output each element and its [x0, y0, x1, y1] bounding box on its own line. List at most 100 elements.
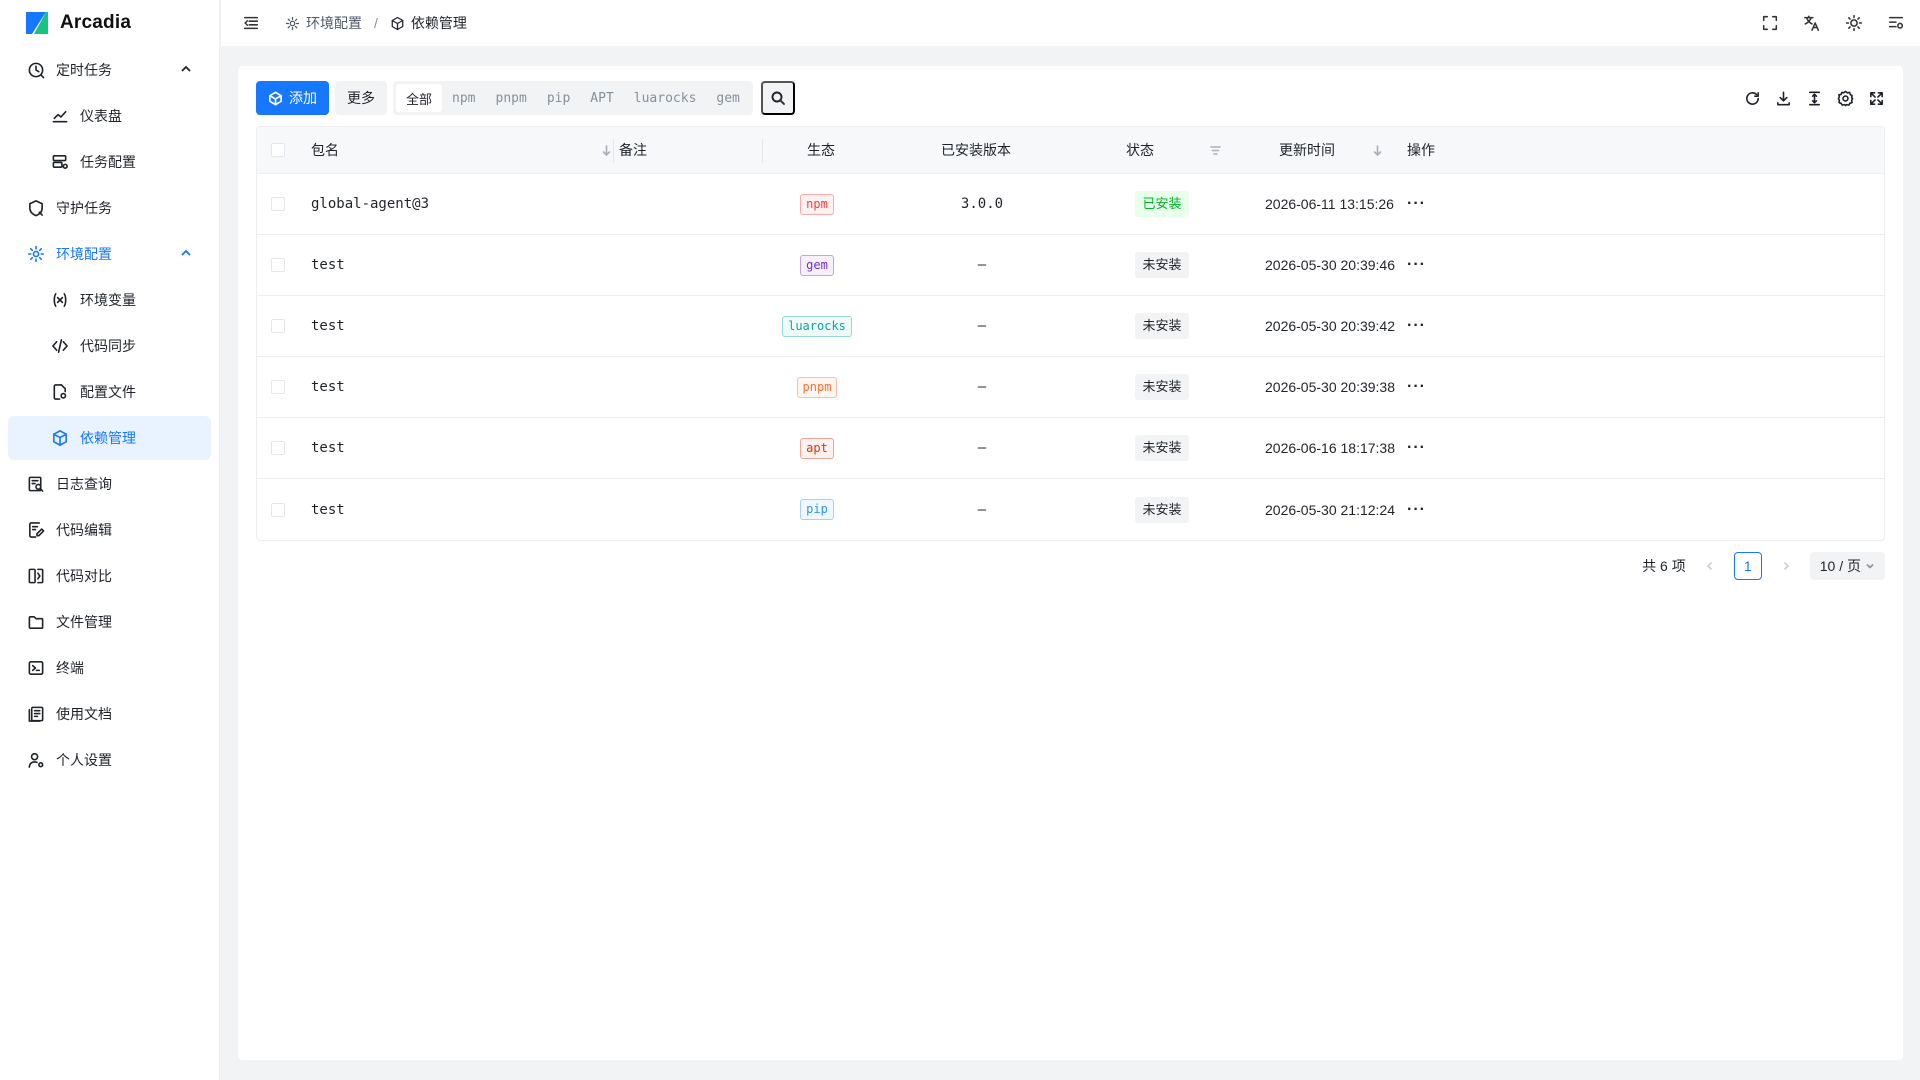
search-icon [771, 91, 785, 105]
sidebar-item-5[interactable]: 环境变量 [8, 278, 211, 322]
more-actions-icon[interactable]: ··· [1407, 317, 1426, 335]
package-icon [50, 428, 70, 448]
app-logo[interactable]: Arcadia [0, 0, 219, 46]
more-actions-icon[interactable]: ··· [1407, 501, 1426, 519]
row-actions[interactable]: ··· [1407, 357, 1426, 417]
filter-tab-6[interactable]: gem [706, 84, 749, 112]
row-actions[interactable]: ··· [1407, 235, 1426, 295]
more-actions-icon[interactable]: ··· [1407, 195, 1426, 213]
row-actions[interactable]: ··· [1407, 174, 1426, 234]
row-actions[interactable]: ··· [1407, 418, 1426, 478]
col-header-remark: 备注 [619, 142, 647, 158]
translate-icon[interactable] [1802, 13, 1822, 33]
row-checkbox[interactable] [271, 441, 285, 455]
refresh-icon[interactable] [1744, 90, 1761, 107]
layout-settings-icon[interactable] [1886, 13, 1906, 33]
page-1-button[interactable]: 1 [1733, 552, 1762, 580]
table-row[interactable]: global-agent@3 npm 3.0.0 已安装 2026-06-11 13:1… [257, 174, 1884, 235]
installed-version: – [977, 440, 987, 456]
add-button-label: 添加 [289, 90, 317, 106]
sort-down-icon[interactable] [1371, 127, 1384, 173]
sidebar-item-6[interactable]: 代码同步 [8, 324, 211, 368]
more-button[interactable]: 更多 [335, 81, 387, 115]
sidebar-item-13[interactable]: 终端 [8, 646, 211, 690]
sidebar-item-8[interactable]: 依赖管理 [8, 416, 211, 460]
sidebar-item-0[interactable]: 定时任务 [8, 48, 211, 92]
code-edit-icon [26, 520, 46, 540]
sidebar-item-9[interactable]: 日志查询 [8, 462, 211, 506]
sidebar-item-10[interactable]: 代码编辑 [8, 508, 211, 552]
more-actions-icon[interactable]: ··· [1407, 378, 1426, 396]
column-divider [613, 139, 614, 163]
filter-tab-2[interactable]: pnpm [486, 84, 537, 112]
row-select-cell [271, 357, 285, 417]
filter-tab-4[interactable]: APT [580, 84, 623, 112]
row-select-cell [271, 174, 285, 234]
filter-tab-5[interactable]: luarocks [624, 84, 707, 112]
filter-tab-3[interactable]: pip [537, 84, 580, 112]
sidebar-item-15[interactable]: 个人设置 [8, 738, 211, 782]
row-checkbox[interactable] [271, 502, 285, 517]
row-checkbox[interactable] [271, 319, 285, 333]
pagination-total: 共 6 项 [1642, 558, 1686, 574]
expand-icon[interactable] [1868, 90, 1885, 107]
row-checkbox[interactable] [271, 258, 285, 272]
ecosystem-tag: apt [800, 437, 834, 459]
sidebar-item-label: 环境变量 [80, 292, 136, 308]
select-all-checkbox[interactable] [271, 143, 285, 157]
add-button[interactable]: 添加 [256, 81, 329, 115]
package-name: test [311, 257, 345, 273]
terminal-icon [26, 658, 46, 678]
row-actions[interactable]: ··· [1407, 296, 1426, 356]
sidebar-item-label: 代码编辑 [56, 522, 112, 538]
package-add-icon [269, 91, 282, 105]
sidebar-item-14[interactable]: 使用文档 [8, 692, 211, 736]
next-page-icon[interactable] [1772, 552, 1800, 580]
sidebar-item-7[interactable]: 配置文件 [8, 370, 211, 414]
prev-page-icon[interactable] [1696, 552, 1724, 580]
table-row[interactable]: test gem – 未安装 2026-05-30 20:39:46 ··· [257, 235, 1884, 296]
sidebar-item-label: 日志查询 [56, 476, 112, 492]
sidebar-item-4[interactable]: 环境配置 [8, 232, 211, 276]
package-name: test [311, 318, 345, 334]
ecosystem-tag: gem [800, 254, 834, 276]
filter-tab-1[interactable]: npm [442, 84, 485, 112]
menu-collapse-icon[interactable] [241, 13, 261, 33]
row-checkbox[interactable] [271, 380, 285, 394]
sidebar-item-1[interactable]: 仪表盘 [8, 94, 211, 138]
row-checkbox[interactable] [271, 197, 285, 211]
shield-icon [26, 198, 46, 218]
row-actions[interactable]: ··· [1407, 479, 1426, 540]
download-icon[interactable] [1775, 90, 1792, 107]
sidebar-item-3[interactable]: 守护任务 [8, 186, 211, 230]
fullscreen-icon[interactable] [1760, 13, 1780, 33]
gear-icon [26, 244, 46, 264]
updated-time: 2026-06-16 18:17:38 [1265, 440, 1395, 456]
more-actions-icon[interactable]: ··· [1407, 439, 1426, 457]
column-height-icon[interactable] [1806, 90, 1823, 107]
sidebar-item-label: 终端 [56, 660, 84, 676]
row-select-cell [271, 296, 285, 356]
col-header-status: 状态 [1126, 142, 1154, 158]
installed-version: 3.0.0 [960, 196, 1004, 212]
table-row[interactable]: test pnpm – 未安装 2026-05-30 20:39:38 ··· [257, 357, 1884, 418]
table-row[interactable]: test luarocks – 未安装 2026-05-30 20:39:42 ··· [257, 296, 1884, 357]
sidebar-item-11[interactable]: 代码对比 [8, 554, 211, 598]
table-row[interactable]: test apt – 未安装 2026-06-16 18:17:38 ··· [257, 418, 1884, 479]
theme-sun-icon[interactable] [1844, 13, 1864, 33]
sidebar-item-2[interactable]: 任务配置 [8, 140, 211, 184]
row-select-cell [271, 479, 285, 540]
config-file-icon [50, 382, 70, 402]
search-button[interactable] [760, 81, 795, 115]
sort-down-icon[interactable] [600, 127, 613, 173]
page-size-label: 10 / 页 [1819, 558, 1861, 574]
filter-icon[interactable] [1209, 127, 1222, 173]
sidebar-item-12[interactable]: 文件管理 [8, 600, 211, 644]
breadcrumb: 环境配置 / 依赖管理 [285, 13, 467, 33]
settings-icon[interactable] [1837, 90, 1854, 107]
breadcrumb-env-config[interactable]: 环境配置 [285, 13, 362, 33]
page-size-select[interactable]: 10 / 页 [1809, 552, 1885, 580]
filter-tab-0[interactable]: 全部 [396, 84, 443, 112]
more-actions-icon[interactable]: ··· [1407, 256, 1426, 274]
table-row[interactable]: test pip – 未安装 2026-05-30 21:12:24 ··· [257, 479, 1884, 540]
